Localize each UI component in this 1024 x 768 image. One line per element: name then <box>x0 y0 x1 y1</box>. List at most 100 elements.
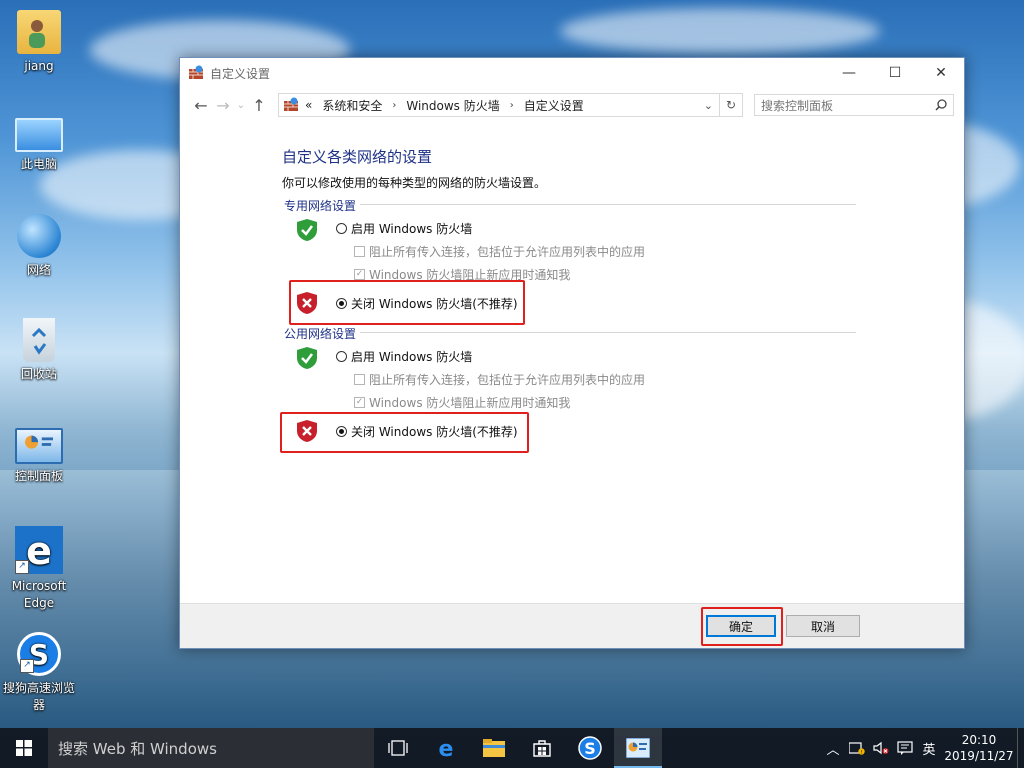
taskbar-store-button[interactable] <box>518 728 566 768</box>
desktop-icon-label: jiang <box>24 59 54 73</box>
public-disable-firewall-option[interactable]: 关闭 Windows 防火墙(不推荐) <box>336 423 518 440</box>
breadcrumb-separator-icon[interactable]: › <box>510 100 514 111</box>
firewall-icon <box>189 65 203 79</box>
taskbar-file-explorer-button[interactable] <box>470 728 518 768</box>
refresh-icon[interactable]: ↻ <box>720 93 743 117</box>
sogou-browser-icon: S ↗ <box>17 632 61 676</box>
maximize-button[interactable]: ☐ <box>872 58 918 88</box>
section-divider <box>360 204 856 205</box>
recent-locations-chevron-icon[interactable]: ⌄ <box>234 94 248 116</box>
page-title: 自定义各类网络的设置 <box>282 148 433 166</box>
private-disable-radio[interactable] <box>336 298 347 309</box>
edge-icon: e <box>439 737 454 760</box>
desktop-icon-this-pc[interactable]: 此电脑 <box>1 110 77 173</box>
taskbar-search-input[interactable]: 搜索 Web 和 Windows <box>48 728 374 768</box>
control-panel-icon <box>15 428 63 464</box>
windows-logo-icon <box>16 740 32 756</box>
public-block-all-checkbox[interactable] <box>354 374 365 385</box>
desktop-icon-label: 此电脑 <box>20 157 57 171</box>
desktop-icon-label: 回收站 <box>20 367 57 381</box>
svg-text:!: ! <box>860 750 862 755</box>
breadcrumb-overflow[interactable]: « <box>305 98 312 112</box>
desktop-icon-recycle-bin[interactable]: 回收站 <box>1 318 77 383</box>
cancel-button[interactable]: 取消 <box>786 615 860 637</box>
svg-text:e: e <box>439 737 454 760</box>
public-enable-firewall-option[interactable]: 启用 Windows 防火墙 <box>336 348 472 365</box>
desktop-icon-user-folder[interactable]: jiang <box>1 10 77 75</box>
show-desktop-button[interactable] <box>1017 728 1024 768</box>
user-folder-icon <box>17 10 61 54</box>
taskbar-sogou-button[interactable]: S <box>566 728 614 768</box>
private-enable-radio[interactable] <box>336 223 347 234</box>
public-notify-option[interactable]: ✓ Windows 防火墙阻止新应用时通知我 <box>354 394 570 411</box>
back-arrow-icon[interactable]: ← <box>190 94 212 116</box>
minimize-button[interactable]: — <box>826 58 872 88</box>
svg-text:e: e <box>26 529 52 573</box>
private-disable-firewall-option[interactable]: 关闭 Windows 防火墙(不推荐) <box>336 295 518 312</box>
private-enable-firewall-option[interactable]: 启用 Windows 防火墙 <box>336 220 472 237</box>
network-globe-icon <box>17 214 61 258</box>
public-notify-checkbox[interactable]: ✓ <box>354 397 365 408</box>
address-dropdown-chevron-icon[interactable]: ⌄ <box>704 99 713 112</box>
private-block-all-checkbox[interactable] <box>354 246 365 257</box>
firewall-custom-settings-window: 自定义设置 — ☐ ✕ ← → ⌄ ↑ « 系统和安全 › Windows 防火… <box>179 57 965 649</box>
taskbar-clock[interactable]: 20:10 2019/11/27 <box>941 732 1017 764</box>
search-icon <box>935 99 947 111</box>
computer-icon <box>15 118 63 152</box>
section-divider <box>360 332 856 333</box>
desktop-icon-label: 网络 <box>26 263 51 277</box>
forward-arrow-icon[interactable]: → <box>212 94 234 116</box>
desktop-icon-sogou[interactable]: S ↗ 搜狗高速浏览器 <box>1 632 77 714</box>
desktop-icon-control-panel[interactable]: 控制面板 <box>1 428 77 485</box>
up-arrow-icon[interactable]: ↑ <box>248 94 270 116</box>
task-view-button[interactable] <box>374 728 422 768</box>
volume-muted-icon[interactable] <box>869 728 893 768</box>
firewall-icon <box>284 97 298 111</box>
public-notify-label: Windows 防火墙阻止新应用时通知我 <box>369 396 571 410</box>
notification-warning-icon[interactable]: ! <box>845 728 869 768</box>
input-method-indicator[interactable]: 英 <box>917 728 941 768</box>
shortcut-arrow-icon: ↗ <box>20 659 34 673</box>
breadcrumb-item-system-security[interactable]: 系统和安全 <box>322 97 382 114</box>
search-input[interactable]: 搜索控制面板 <box>754 94 954 116</box>
show-hidden-icons-chevron-icon[interactable]: ︿ <box>821 728 845 768</box>
window-title: 自定义设置 <box>210 66 271 81</box>
red-shield-x-icon <box>297 292 317 314</box>
breadcrumb: « 系统和安全 › Windows 防火墙 › 自定义设置 <box>305 97 584 114</box>
desktop-icon-edge[interactable]: e ↗ Microsoft Edge <box>1 526 77 612</box>
desktop-icon-network[interactable]: 网络 <box>1 214 77 279</box>
taskbar-control-panel-button[interactable] <box>614 728 662 768</box>
private-network-section-label: 专用网络设置 <box>284 199 357 213</box>
public-disable-radio[interactable] <box>336 426 347 437</box>
breadcrumb-separator-icon[interactable]: › <box>392 100 396 111</box>
private-block-all-option[interactable]: 阻止所有传入连接，包括位于允许应用列表中的应用 <box>354 243 645 260</box>
address-bar[interactable]: « 系统和安全 › Windows 防火墙 › 自定义设置 ⌄ <box>278 93 720 117</box>
start-button[interactable] <box>0 728 48 768</box>
private-block-all-label: 阻止所有传入连接，包括位于允许应用列表中的应用 <box>369 245 646 259</box>
page-description: 你可以修改使用的每种类型的网络的防火墙设置。 <box>282 176 547 190</box>
control-panel-icon <box>626 738 650 758</box>
title-bar[interactable]: 自定义设置 — ☐ ✕ <box>180 58 964 88</box>
private-enable-label: 启用 Windows 防火墙 <box>351 222 473 236</box>
task-view-icon <box>388 740 408 756</box>
taskbar-edge-button[interactable]: e <box>422 728 470 768</box>
desktop-icon-label: 搜狗高速浏览器 <box>2 681 75 712</box>
public-block-all-option[interactable]: 阻止所有传入连接，包括位于允许应用列表中的应用 <box>354 371 645 388</box>
svg-text:S: S <box>584 739 596 758</box>
edge-icon: e ↗ <box>15 526 63 574</box>
breadcrumb-item-custom-settings[interactable]: 自定义设置 <box>524 97 584 114</box>
file-explorer-icon <box>483 739 505 757</box>
public-enable-radio[interactable] <box>336 351 347 362</box>
breadcrumb-item-windows-firewall[interactable]: Windows 防火墙 <box>406 97 499 114</box>
ok-button[interactable]: 确定 <box>706 615 776 637</box>
private-notify-checkbox[interactable]: ✓ <box>354 269 365 280</box>
settings-content: 自定义各类网络的设置 你可以修改使用的每种类型的网络的防火墙设置。 专用网络设置… <box>180 122 964 604</box>
sogou-browser-icon: S <box>578 736 602 760</box>
close-button[interactable]: ✕ <box>918 58 964 88</box>
taskbar: 搜索 Web 和 Windows e S ︿ ! 英 20:10 2019/11… <box>0 728 1024 768</box>
green-shield-check-icon <box>297 219 317 241</box>
navigation-bar: ← → ⌄ ↑ « 系统和安全 › Windows 防火墙 › 自定义设置 ⌄ … <box>180 88 964 122</box>
action-center-icon[interactable] <box>893 728 917 768</box>
shortcut-arrow-icon: ↗ <box>15 560 29 574</box>
public-block-all-label: 阻止所有传入连接，包括位于允许应用列表中的应用 <box>369 373 646 387</box>
